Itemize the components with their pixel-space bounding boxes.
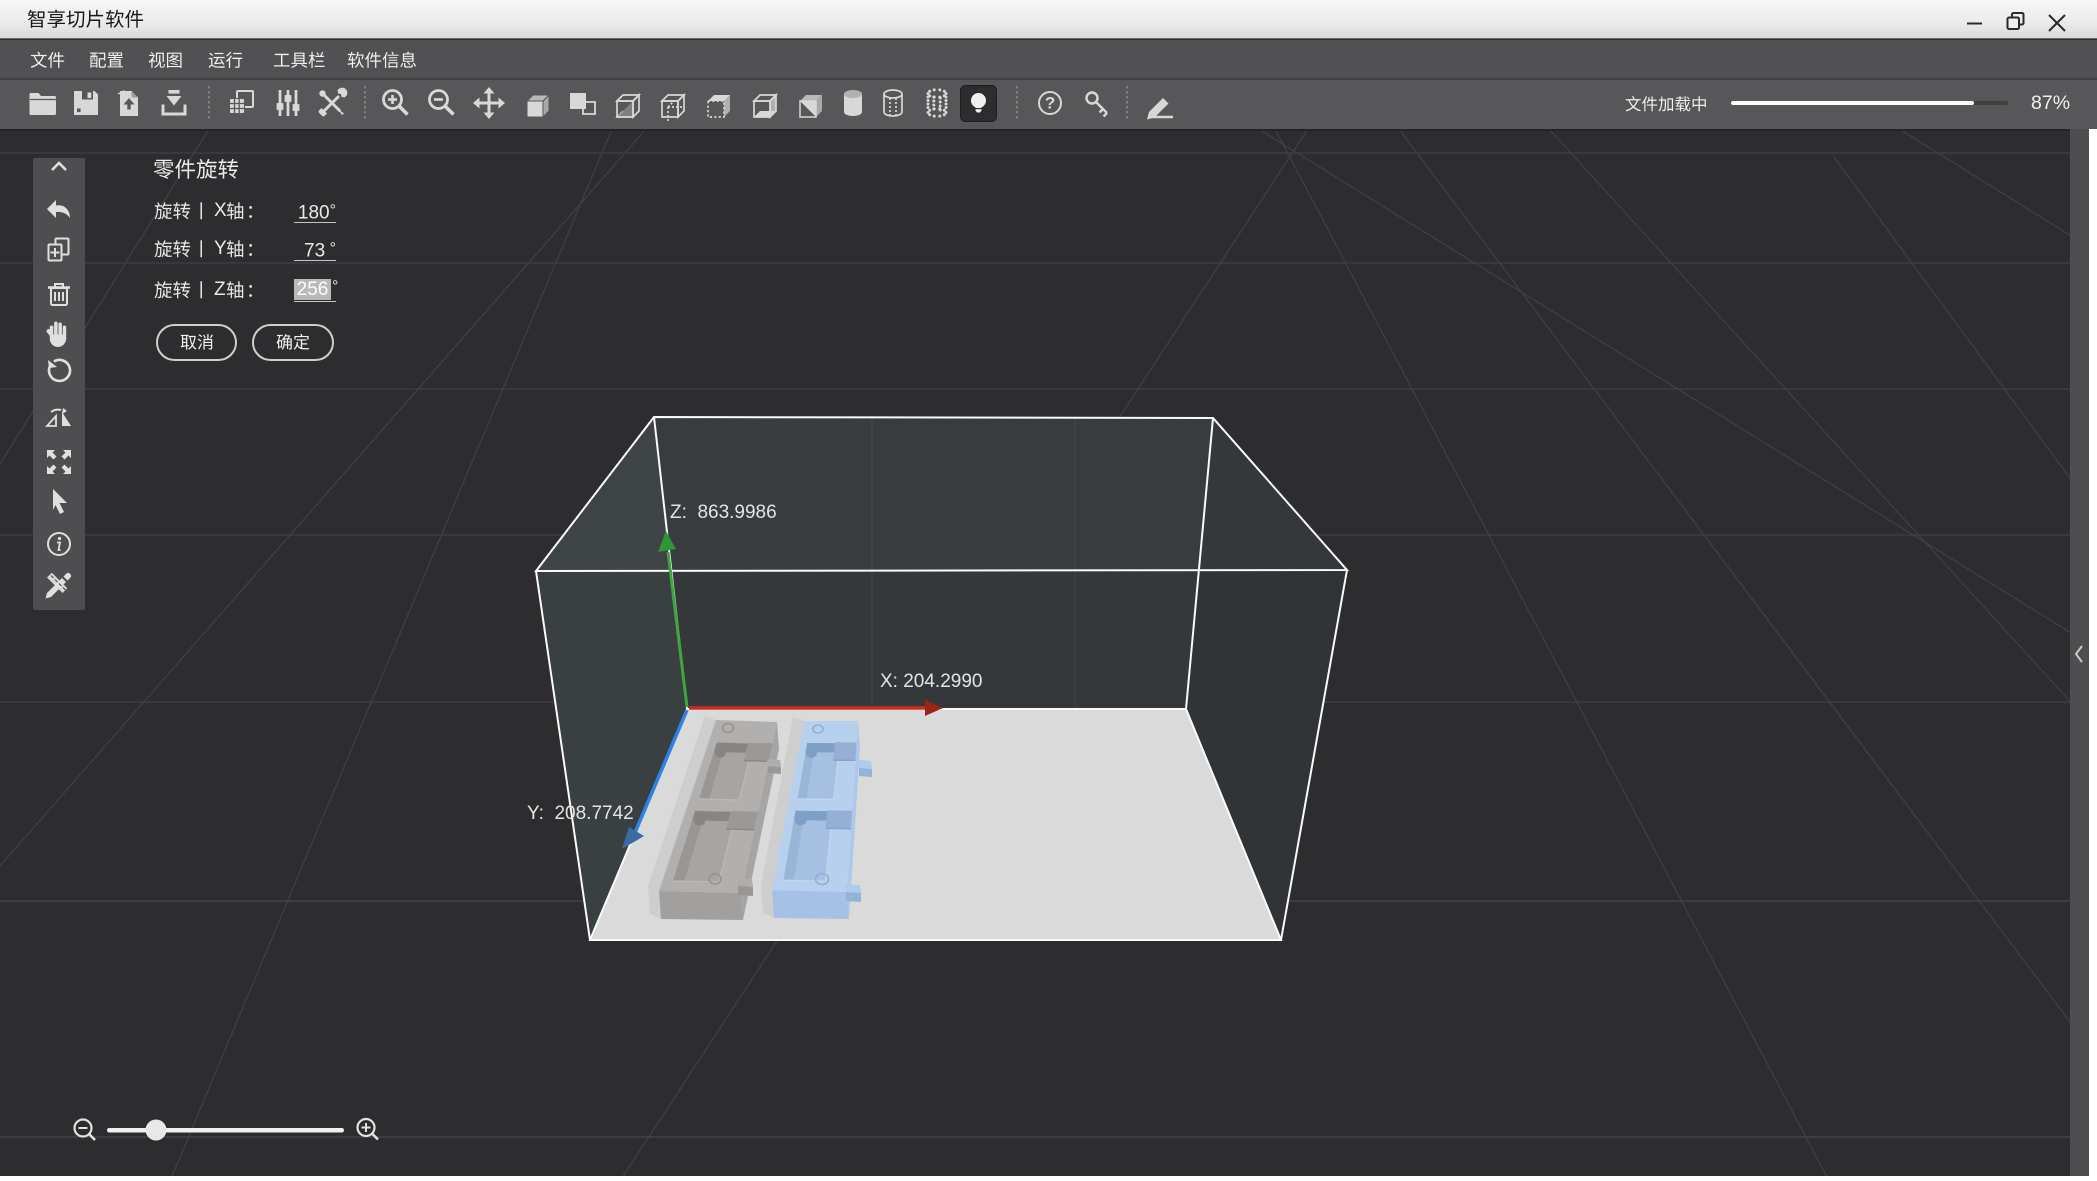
svg-text:Z: 863.9986: Z: 863.9986 — [670, 502, 777, 523]
svg-text:X: 204.2990: X: 204.2990 — [880, 671, 982, 692]
svg-text:?: ? — [1045, 94, 1055, 113]
svg-text:Y: 208.7742: Y: 208.7742 — [527, 803, 634, 824]
